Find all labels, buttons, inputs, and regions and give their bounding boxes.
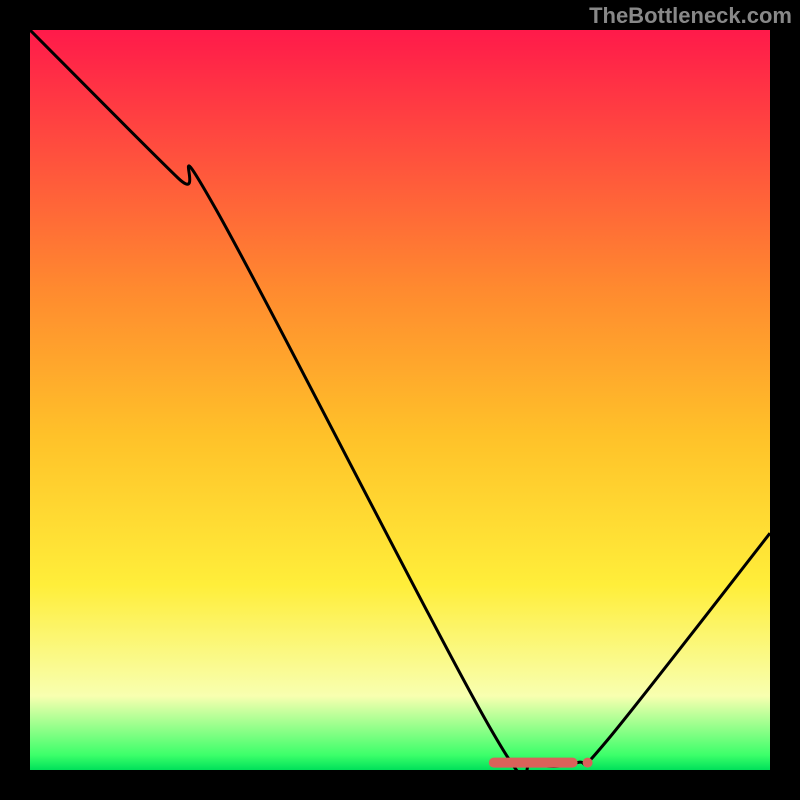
plot-area — [30, 30, 770, 770]
watermark-text: TheBottleneck.com — [589, 3, 792, 29]
chart-container: TheBottleneck.com — [0, 0, 800, 800]
chart-svg — [30, 30, 770, 770]
